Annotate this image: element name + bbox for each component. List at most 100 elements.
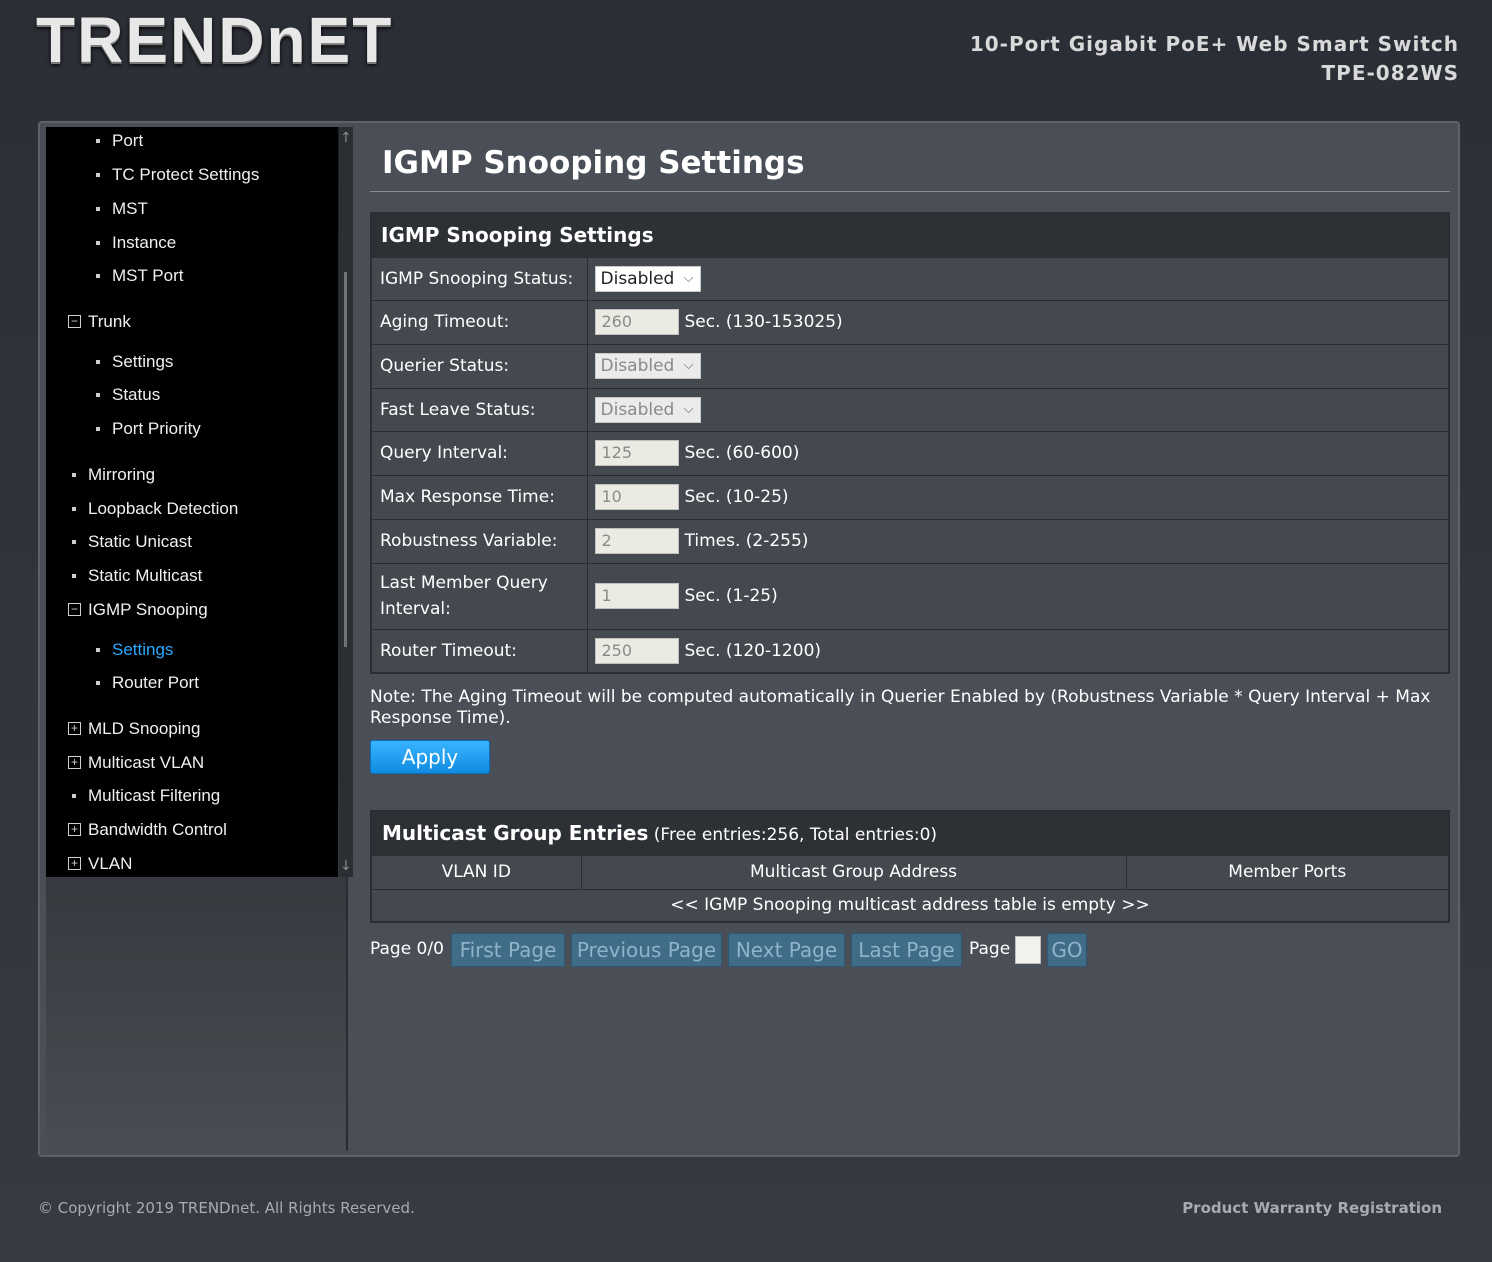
page-title: IGMP Snooping Settings	[382, 145, 805, 181]
first-page-button[interactable]: First Page	[451, 933, 565, 967]
row-querier-status: Querier Status: Disabled ⌵	[370, 343, 1450, 389]
title-divider	[370, 191, 1450, 192]
sidebar-item-router-port[interactable]: Router Port	[96, 673, 199, 693]
sidebar-group-multicast-vlan[interactable]: + Multicast VLAN	[68, 753, 205, 773]
snooping-status-select[interactable]: Disabled ⌵	[594, 265, 701, 292]
row-last-member-query-interval: Last Member Query Interval: 1 Sec. (1-25)	[370, 562, 1450, 630]
page-jump-input[interactable]	[1015, 936, 1041, 964]
product-line: 10-Port Gigabit PoE+ Web Smart Switch	[969, 32, 1459, 56]
last-member-query-interval-input[interactable]: 1	[594, 583, 679, 609]
router-timeout-input[interactable]: 250	[594, 637, 679, 664]
sidebar-group-label: Trunk	[88, 312, 131, 331]
max-response-time-input[interactable]: 10	[594, 484, 679, 510]
row-max-response-time: Max Response Time: 10 Sec. (10-25)	[370, 474, 1450, 520]
robustness-variable-label: Robustness Variable:	[370, 518, 588, 564]
go-button[interactable]: GO	[1047, 933, 1087, 967]
row-robustness-variable: Robustness Variable: 2 Times. (2-255)	[370, 518, 1450, 564]
sidebar-item-mst-port[interactable]: MST Port	[95, 266, 183, 286]
snooping-status-label: IGMP Snooping Status:	[370, 256, 588, 301]
multicast-group-table: Multicast Group Entries (Free entries:25…	[370, 810, 1450, 923]
robustness-variable-input[interactable]: 2	[594, 528, 679, 554]
last-member-query-interval-range: Sec. (1-25)	[684, 586, 778, 606]
max-response-time-range: Sec. (10-25)	[684, 487, 789, 507]
sidebar-group-label: IGMP Snooping	[88, 600, 208, 619]
querier-status-label: Querier Status:	[370, 343, 588, 389]
scrollbar-thumb[interactable]	[344, 272, 347, 647]
last-member-query-interval-label: Last Member Query Interval:	[370, 562, 588, 630]
fast-leave-status-label: Fast Leave Status:	[370, 387, 588, 432]
sidebar-item-trunk-status[interactable]: Status	[95, 385, 160, 405]
expand-icon[interactable]: +	[68, 857, 81, 870]
row-snooping-status: IGMP Snooping Status: Disabled ⌵	[370, 256, 1450, 301]
sidebar-group-vlan[interactable]: + VLAN	[68, 854, 133, 874]
sidebar-group-label: Multicast VLAN	[88, 753, 205, 772]
chevron-down-icon: ⌵	[683, 401, 694, 417]
fast-leave-status-select[interactable]: Disabled ⌵	[594, 396, 701, 423]
empty-table-message: << IGMP Snooping multicast address table…	[370, 888, 1450, 923]
sidebar-item-instance[interactable]: Instance	[95, 233, 176, 253]
chevron-down-icon: ⌵	[683, 270, 694, 286]
sidebar-item-loopback-detection[interactable]: Loopback Detection	[71, 499, 238, 519]
sidebar-group-trunk[interactable]: − Trunk	[68, 312, 131, 332]
sidebar-scrollbar[interactable]: ↑ ↓	[339, 127, 353, 877]
previous-page-button[interactable]: Previous Page	[571, 933, 722, 967]
multicast-group-header: Multicast Group Entries (Free entries:25…	[370, 810, 1450, 856]
chevron-down-icon: ⌵	[683, 358, 694, 373]
sidebar-group-bandwidth-control[interactable]: + Bandwidth Control	[68, 820, 227, 840]
row-query-interval: Query Interval: 125 Sec. (60-600)	[370, 430, 1450, 476]
router-timeout-range: Sec. (120-1200)	[684, 640, 822, 661]
sidebar-item-static-unicast[interactable]: Static Unicast	[72, 532, 192, 552]
sidebar: Port TC Protect Settings MST Instance MS…	[46, 127, 353, 1151]
sidebar-item-static-multicast[interactable]: Static Multicast	[71, 566, 202, 586]
expand-icon[interactable]: +	[68, 722, 81, 735]
column-multicast-group-address: Multicast Group Address	[580, 854, 1127, 890]
sidebar-item-mst[interactable]: MST	[96, 199, 148, 219]
row-router-timeout: Router Timeout: 250 Sec. (120-1200)	[370, 628, 1450, 674]
warranty-link[interactable]: Product Warranty Registration	[1182, 1199, 1442, 1217]
sidebar-item-port-priority[interactable]: Port Priority	[96, 419, 201, 439]
router-timeout-label: Router Timeout:	[370, 628, 588, 674]
sidebar-item-multicast-filtering[interactable]: Multicast Filtering	[71, 786, 220, 806]
query-interval-label: Query Interval:	[370, 430, 588, 476]
main-frame: Port TC Protect Settings MST Instance MS…	[38, 121, 1460, 1157]
multicast-group-title: Multicast Group Entries	[382, 821, 649, 846]
expand-icon[interactable]: +	[68, 756, 81, 769]
igmp-settings-table: IGMP Snooping Settings IGMP Snooping Sta…	[370, 212, 1450, 674]
query-interval-input[interactable]: 125	[594, 440, 679, 466]
sidebar-group-label: MLD Snooping	[88, 719, 201, 738]
aging-timeout-note: Note: The Aging Timeout will be computed…	[370, 687, 1431, 728]
query-interval-range: Sec. (60-600)	[684, 443, 800, 463]
scroll-down-icon[interactable]: ↓	[340, 859, 352, 873]
collapse-icon[interactable]: −	[68, 603, 81, 616]
sidebar-item-tc-protect-settings[interactable]: TC Protect Settings	[95, 165, 259, 185]
collapse-icon[interactable]: −	[68, 315, 81, 328]
sidebar-group-label: Bandwidth Control	[88, 820, 227, 839]
querier-status-select[interactable]: Disabled ⌵	[594, 353, 701, 379]
column-member-ports: Member Ports	[1125, 854, 1450, 890]
apply-button[interactable]: Apply	[370, 740, 490, 774]
row-aging-timeout: Aging Timeout: 260 Sec. (130-153025)	[370, 299, 1450, 345]
page-jump-label: Page	[969, 939, 1011, 959]
trendnet-logo: TRENDnET	[36, 4, 394, 76]
copyright-text: © Copyright 2019 TRENDnet. All Rights Re…	[38, 1199, 415, 1217]
scroll-up-icon[interactable]: ↑	[340, 131, 352, 145]
sidebar-item-mirroring[interactable]: Mirroring	[71, 465, 155, 485]
sidebar-group-mld-snooping[interactable]: + MLD Snooping	[68, 719, 201, 739]
aging-timeout-range: Sec. (130-153025)	[684, 312, 843, 332]
sidebar-group-label: VLAN	[88, 854, 133, 873]
sidebar-item-igmp-settings[interactable]: Settings	[95, 640, 173, 660]
max-response-time-label: Max Response Time:	[370, 474, 588, 520]
aging-timeout-input[interactable]: 260	[594, 309, 679, 335]
page-status: Page 0/0	[370, 939, 444, 959]
sidebar-item-trunk-settings[interactable]: Settings	[95, 352, 173, 372]
last-page-button[interactable]: Last Page	[851, 933, 962, 967]
product-info: 10-Port Gigabit PoE+ Web Smart Switch TP…	[970, 30, 1459, 88]
robustness-variable-range: Times. (2-255)	[684, 531, 809, 551]
sidebar-group-igmp-snooping[interactable]: − IGMP Snooping	[68, 600, 208, 620]
sidebar-item-port[interactable]: Port	[95, 131, 143, 151]
next-page-button[interactable]: Next Page	[728, 933, 845, 967]
column-vlan-id: VLAN ID	[370, 854, 582, 890]
expand-icon[interactable]: +	[68, 823, 81, 836]
content-area: IGMP Snooping Settings IGMP Snooping Set…	[370, 123, 1450, 1153]
product-model: TPE-082WS	[1321, 61, 1459, 85]
